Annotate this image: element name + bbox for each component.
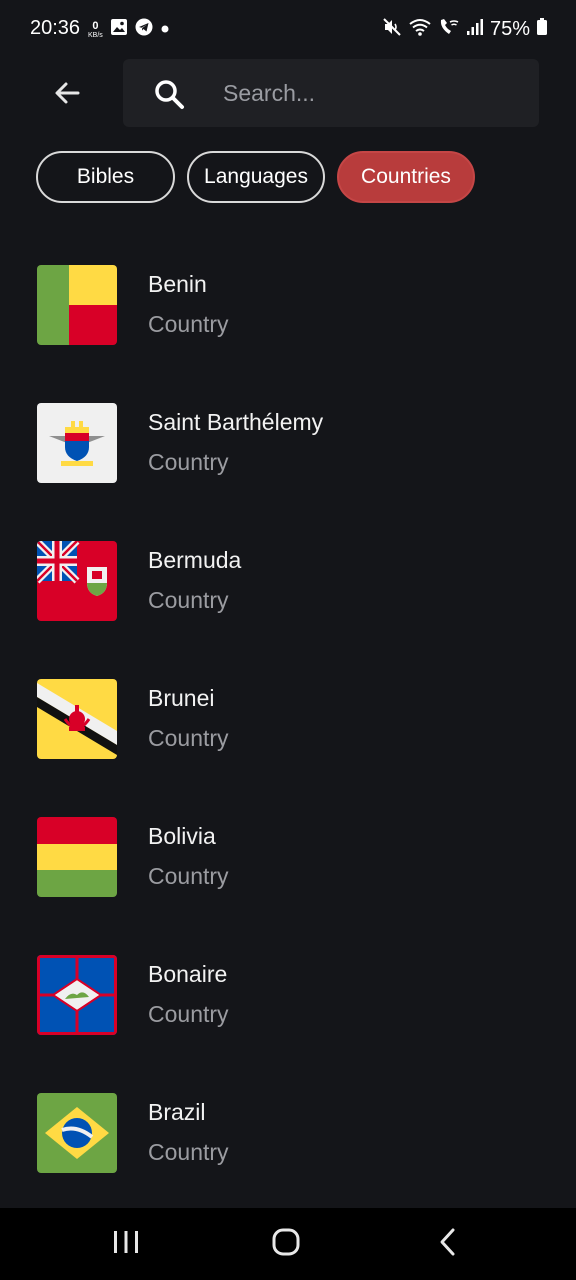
brazil-flag [37, 1093, 117, 1173]
recents-button[interactable] [96, 1222, 156, 1266]
country-type: Country [148, 311, 229, 337]
list-item[interactable]: Bermuda Country [0, 541, 576, 679]
chip-bibles[interactable]: Bibles [36, 151, 175, 203]
home-icon [271, 1227, 301, 1262]
chip-label: Countries [361, 165, 451, 188]
chip-label: Languages [204, 165, 308, 188]
country-name: Saint Barthélemy [148, 409, 324, 435]
bermuda-flag [37, 541, 117, 621]
dot-icon [160, 21, 170, 39]
list-item[interactable]: Brunei Country [0, 679, 576, 817]
brunei-flag [37, 679, 117, 759]
back-chevron-icon [436, 1227, 460, 1262]
search-input[interactable] [223, 73, 523, 113]
network-speed-value: 0 [92, 19, 99, 32]
recents-icon [111, 1229, 141, 1260]
status-right-icons: 75% [382, 17, 548, 42]
list-item[interactable]: Benin Country [0, 265, 576, 403]
country-type: Country [148, 863, 229, 889]
country-type: Country [148, 1139, 229, 1165]
wifi-icon [408, 17, 432, 42]
country-type: Country [148, 449, 229, 475]
country-name: Brunei [148, 685, 215, 711]
list-item[interactable]: Bonaire Country [0, 955, 576, 1093]
country-name: Bermuda [148, 547, 242, 573]
list-item[interactable]: Saint Barthélemy Country [0, 403, 576, 541]
chip-countries[interactable]: Countries [337, 151, 475, 203]
magnifier-icon [153, 78, 185, 115]
wifi-calling-icon [438, 17, 460, 42]
telegram-icon [135, 18, 153, 41]
back-button[interactable] [42, 70, 92, 120]
battery-icon [536, 17, 548, 42]
country-type: Country [148, 725, 229, 751]
chip-languages[interactable]: Languages [187, 151, 325, 203]
country-type: Country [148, 1001, 229, 1027]
battery-level: 75% [489, 18, 530, 40]
status-left-icons: 0 KB/s [88, 18, 170, 41]
saint-barthelemy-flag [37, 403, 117, 483]
mute-icon [382, 17, 402, 42]
status-bar: 20:36 0 KB/s 75% [0, 0, 576, 58]
network-speed-unit: KB/s [88, 31, 103, 39]
country-type: Country [148, 587, 229, 613]
bonaire-flag [37, 955, 117, 1035]
home-button[interactable] [256, 1222, 316, 1266]
gallery-icon [110, 18, 128, 41]
nav-back-button[interactable] [418, 1222, 478, 1266]
country-name: Benin [148, 271, 207, 297]
benin-flag [37, 265, 117, 345]
signal-icon [466, 17, 484, 42]
chip-label: Bibles [76, 165, 135, 188]
network-speed: 0 KB/s [88, 19, 103, 39]
country-name: Bonaire [148, 961, 228, 987]
country-name: Brazil [148, 1099, 206, 1125]
search-bar[interactable] [123, 59, 539, 127]
list-item[interactable]: Bolivia Country [0, 817, 576, 955]
bolivia-flag [37, 817, 117, 897]
country-name: Bolivia [148, 823, 216, 849]
arrow-left-icon [52, 78, 82, 113]
system-nav-bar [0, 1208, 576, 1280]
status-time: 20:36 [30, 17, 81, 39]
